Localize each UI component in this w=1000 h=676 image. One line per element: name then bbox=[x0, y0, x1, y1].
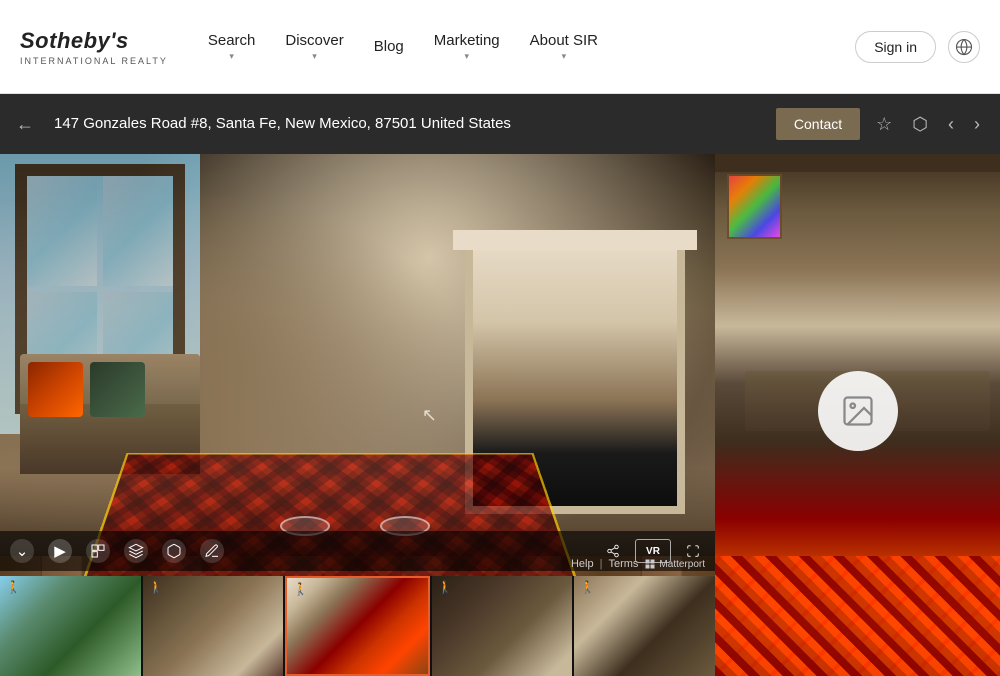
tour-viewport[interactable]: ↖ Help | Terms Matterport ⌄ ▶ bbox=[0, 154, 715, 676]
play-button[interactable]: ▶ bbox=[48, 539, 72, 563]
virtual-tour-panel[interactable]: ↖ Help | Terms Matterport ⌄ ▶ bbox=[0, 154, 715, 676]
walk-icon: 🚶 bbox=[6, 580, 21, 594]
thumb-image bbox=[143, 576, 284, 676]
content-area: ↖ Help | Terms Matterport ⌄ ▶ bbox=[0, 154, 1000, 676]
nav-marketing[interactable]: Marketing ▾ bbox=[434, 32, 500, 62]
back-button[interactable]: ← bbox=[16, 114, 40, 135]
floorplan-button[interactable] bbox=[86, 539, 110, 563]
fireplace-mantle bbox=[453, 230, 697, 250]
logo-subtitle: INTERNATIONAL REALTY bbox=[20, 56, 168, 66]
separator: | bbox=[600, 558, 603, 570]
favorite-button[interactable]: ☆ bbox=[872, 112, 896, 137]
nav-search[interactable]: Search ▾ bbox=[208, 32, 256, 62]
contact-button[interactable]: Contact bbox=[776, 108, 860, 140]
help-link[interactable]: Help bbox=[571, 558, 594, 570]
header-right: Sign in bbox=[855, 31, 980, 63]
artwork bbox=[727, 174, 782, 239]
photo-icon-overlay[interactable] bbox=[818, 371, 898, 451]
thumb-image bbox=[432, 576, 573, 676]
dollhouse-button[interactable] bbox=[162, 539, 186, 563]
sign-in-button[interactable]: Sign in bbox=[855, 31, 936, 63]
pencil-button[interactable] bbox=[200, 539, 224, 563]
window-pane bbox=[103, 176, 173, 286]
chevron-down-icon: ▾ bbox=[229, 51, 234, 62]
logo-name: Sotheby's bbox=[20, 28, 168, 54]
nav-about-sir[interactable]: About SIR ▾ bbox=[530, 32, 598, 62]
cursor-indicator: ↖ bbox=[422, 405, 437, 426]
expand-toggle[interactable]: ⌄ bbox=[10, 539, 34, 563]
thumbnail-3[interactable]: 🚶 bbox=[285, 576, 430, 676]
thumbnail-5[interactable]: 🚶 bbox=[574, 576, 715, 676]
thumb-image bbox=[0, 576, 141, 676]
thumbnail-1[interactable]: 🚶 bbox=[0, 576, 141, 676]
cushion bbox=[90, 362, 145, 417]
thumbnail-4[interactable]: 🚶 bbox=[432, 576, 573, 676]
walk-icon: 🚶 bbox=[580, 580, 595, 594]
next-listing-button[interactable]: › bbox=[970, 112, 984, 137]
thumbnail-2[interactable]: 🚶 bbox=[143, 576, 284, 676]
chevron-down-icon: ▾ bbox=[464, 51, 469, 62]
walk-icon: 🚶 bbox=[438, 580, 453, 594]
layers-button[interactable] bbox=[124, 539, 148, 563]
thumb-image bbox=[287, 578, 428, 674]
image-icon bbox=[840, 393, 876, 429]
thumbnail-strip: 🚶 🚶 🚶 🚶 🚶 bbox=[0, 576, 715, 676]
walk-icon: 🚶 bbox=[293, 582, 308, 596]
ceiling-beam bbox=[715, 154, 1000, 172]
nav-blog[interactable]: Blog bbox=[374, 38, 404, 55]
terms-link[interactable]: Terms bbox=[608, 558, 638, 570]
property-address: 147 Gonzales Road #8, Santa Fe, New Mexi… bbox=[54, 114, 762, 134]
site-header: Sotheby's INTERNATIONAL REALTY Search ▾ … bbox=[0, 0, 1000, 94]
language-selector[interactable] bbox=[948, 31, 980, 63]
logo[interactable]: Sotheby's INTERNATIONAL REALTY bbox=[20, 28, 168, 66]
photo-panel[interactable] bbox=[715, 154, 1000, 676]
address-bar: ← 147 Gonzales Road #8, Santa Fe, New Me… bbox=[0, 94, 1000, 154]
prev-listing-button[interactable]: ‹ bbox=[944, 112, 958, 137]
nav-discover[interactable]: Discover ▾ bbox=[285, 32, 343, 62]
thumb-image bbox=[574, 576, 715, 676]
address-actions: Contact ☆ ⬡ ‹ › bbox=[776, 108, 984, 140]
chevron-down-icon: ▾ bbox=[312, 51, 317, 62]
walk-icon: 🚶 bbox=[149, 580, 164, 594]
cushion bbox=[28, 362, 83, 417]
main-nav: Search ▾ Discover ▾ Blog Marketing ▾ Abo… bbox=[208, 32, 855, 62]
matterport-footer: Help | Terms Matterport bbox=[571, 558, 705, 570]
external-link-button[interactable]: ⬡ bbox=[908, 112, 932, 137]
bottom-rug bbox=[715, 556, 1000, 676]
chevron-down-icon: ▾ bbox=[562, 51, 567, 62]
matterport-branding: Matterport bbox=[644, 558, 705, 570]
window-pane bbox=[27, 176, 97, 286]
